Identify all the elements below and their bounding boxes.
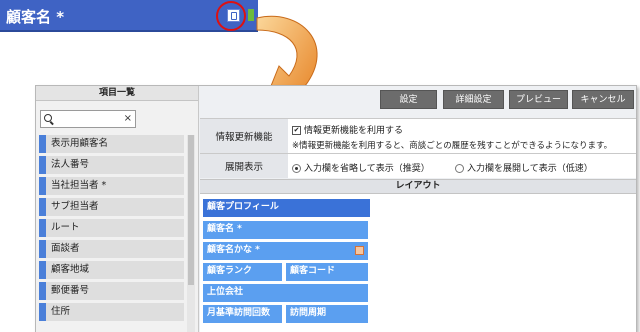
info-update-note: ※情報更新機能を利用すると、商談ごとの履歴を残すことができるようになります。 (292, 141, 613, 151)
layout-section-header[interactable]: 顧客プロフィール (203, 199, 370, 217)
form-settings-panel: 項目一覧 × 表示用顧客名 法人番号 当社担当者 * サブ担当者 ルート 面談者… (35, 85, 637, 332)
layout-header: レイアウト (200, 179, 636, 194)
field-header-title: 顧客名 * (6, 8, 65, 26)
option-collapsed-label: 入力欄を省略して表示（推奨） (304, 164, 430, 174)
layout-field-code[interactable]: 顧客コード (286, 263, 368, 281)
sidebar-title: 項目一覧 (36, 86, 198, 101)
layout-canvas: 顧客プロフィール 顧客名 * 顧客名かな * 顧客ランク 顧客コード 上位会社 … (200, 194, 636, 332)
toolbar: 設定 詳細設定 プレビュー キャンセル (200, 86, 636, 114)
display-option-expanded[interactable]: 入力欄を展開して表示（低速） (455, 161, 593, 174)
field-list-item[interactable]: サブ担当者 (39, 198, 184, 216)
preview-button[interactable]: プレビュー (509, 90, 568, 109)
info-update-row: 情報更新機能 ✔ 情報更新機能を利用する ※情報更新機能を利用すると、商談ごとの履… (200, 118, 636, 153)
info-update-option[interactable]: ✔ 情報更新機能を利用する (292, 123, 403, 136)
field-list-item[interactable]: 顧客地域 (39, 261, 184, 279)
field-list-item[interactable]: 住所 (39, 303, 184, 321)
field-list-item[interactable]: ルート (39, 219, 184, 237)
cancel-button[interactable]: キャンセル (572, 90, 634, 109)
layout-field-parent[interactable]: 上位会社 (203, 284, 368, 302)
clear-search-icon[interactable]: × (124, 113, 132, 124)
layout-field-rank[interactable]: 顧客ランク (203, 263, 282, 281)
search-icon (44, 114, 52, 122)
layout-field-visit-cycle[interactable]: 訪問周期 (286, 305, 368, 323)
search-input[interactable]: × (40, 110, 136, 128)
layout-field-name[interactable]: 顧客名 * (203, 221, 368, 239)
info-update-checkbox-label: 情報更新機能を利用する (304, 126, 404, 136)
field-list-item[interactable]: 当社担当者 * (39, 177, 184, 195)
checkbox-checked-icon[interactable]: ✔ (292, 126, 301, 135)
field-list: 表示用顧客名 法人番号 当社担当者 * サブ担当者 ルート 面談者 顧客地域 郵… (39, 135, 184, 324)
info-update-label: 情報更新機能 (200, 119, 288, 153)
display-label: 展開表示 (200, 154, 288, 178)
detail-settings-button[interactable]: 詳細設定 (443, 90, 504, 109)
option-expanded-label: 入力欄を展開して表示（低速） (467, 164, 593, 174)
layout-field-name-kana-label: 顧客名かな * (207, 245, 260, 255)
display-option-collapsed[interactable]: 入力欄を省略して表示（推奨） (292, 161, 430, 174)
settings-button[interactable]: 設定 (380, 90, 437, 109)
display-row: 展開表示 入力欄を省略して表示（推奨） 入力欄を展開して表示（低速） (200, 153, 636, 178)
field-list-item[interactable]: 法人番号 (39, 156, 184, 174)
field-list-item[interactable]: 表示用顧客名 (39, 135, 184, 153)
scrollbar-thumb[interactable] (188, 135, 194, 285)
layout-field-name-kana[interactable]: 顧客名かな * (203, 242, 368, 260)
sidebar-scrollbar[interactable] (187, 135, 195, 332)
field-edit-icon[interactable] (355, 246, 364, 255)
field-list-item[interactable]: 郵便番号 (39, 282, 184, 300)
radio-unselected-icon[interactable] (455, 164, 464, 173)
layout-field-monthly-visits[interactable]: 月基準訪問回数 (203, 305, 282, 323)
radio-selected-icon[interactable] (292, 164, 301, 173)
main-settings: 設定 詳細設定 プレビュー キャンセル 情報更新機能 ✔ 情報更新機能を利用する … (200, 86, 636, 332)
field-list-sidebar: 項目一覧 × 表示用顧客名 法人番号 当社担当者 * サブ担当者 ルート 面談者… (36, 86, 199, 332)
highlight-circle (216, 1, 246, 31)
field-list-item[interactable]: 面談者 (39, 240, 184, 258)
